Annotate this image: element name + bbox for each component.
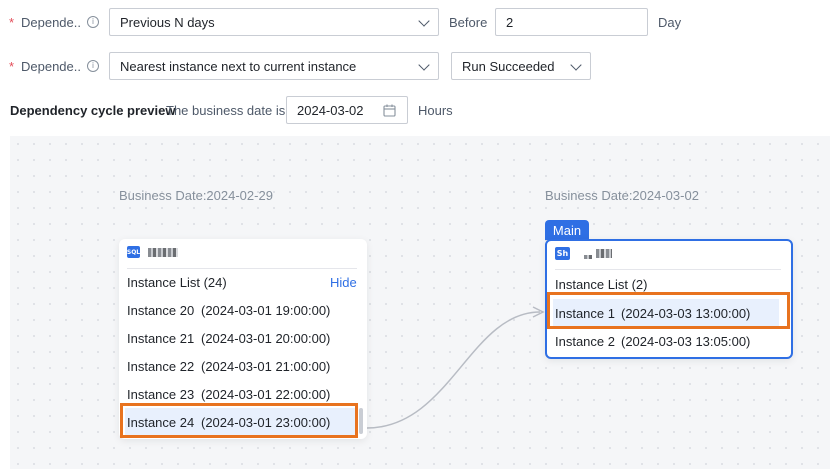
instance-name: Instance 23 xyxy=(127,386,195,402)
node-header: Sh xyxy=(555,247,612,260)
instance-row[interactable]: Instance 20 (2024-03-01 19:00:00) xyxy=(125,296,355,324)
instance-time: (2024-03-01 21:00:00) xyxy=(201,358,331,374)
instance-name: Instance 20 xyxy=(127,302,195,318)
divider xyxy=(127,268,357,269)
node-name-redacted xyxy=(596,249,612,258)
node-name-redacted xyxy=(148,247,178,257)
instance-time: (2024-03-01 20:00:00) xyxy=(201,330,331,346)
shell-type-icon: Sh xyxy=(555,247,570,260)
instance-name: Instance 21 xyxy=(127,330,195,346)
instance-time: (2024-03-01 22:00:00) xyxy=(201,386,331,402)
instance-list-title: Instance List (24) xyxy=(127,275,227,290)
instance-row[interactable]: Instance 22 (2024-03-01 21:00:00) xyxy=(125,352,355,380)
instance-list-scrollbar[interactable] xyxy=(359,408,363,434)
highlight-box xyxy=(120,403,358,438)
instance-row[interactable]: Instance 2 (2024-03-03 13:05:00) xyxy=(553,327,779,355)
node-header: SQL xyxy=(127,246,178,258)
instance-name: Instance 2 xyxy=(555,333,615,349)
highlight-box xyxy=(547,292,790,329)
instance-list-title: Instance List (2) xyxy=(555,277,648,292)
instance-row[interactable]: Instance 21 (2024-03-01 20:00:00) xyxy=(125,324,355,352)
node-name-redacted xyxy=(584,254,592,259)
instance-time: (2024-03-01 19:00:00) xyxy=(201,302,331,318)
instance-time: (2024-03-03 13:05:00) xyxy=(621,333,751,349)
instance-name: Instance 22 xyxy=(127,358,195,374)
sql-type-icon: SQL xyxy=(127,246,140,258)
divider xyxy=(555,269,781,270)
main-tag: Main xyxy=(545,220,589,240)
hide-link[interactable]: Hide xyxy=(330,275,357,290)
